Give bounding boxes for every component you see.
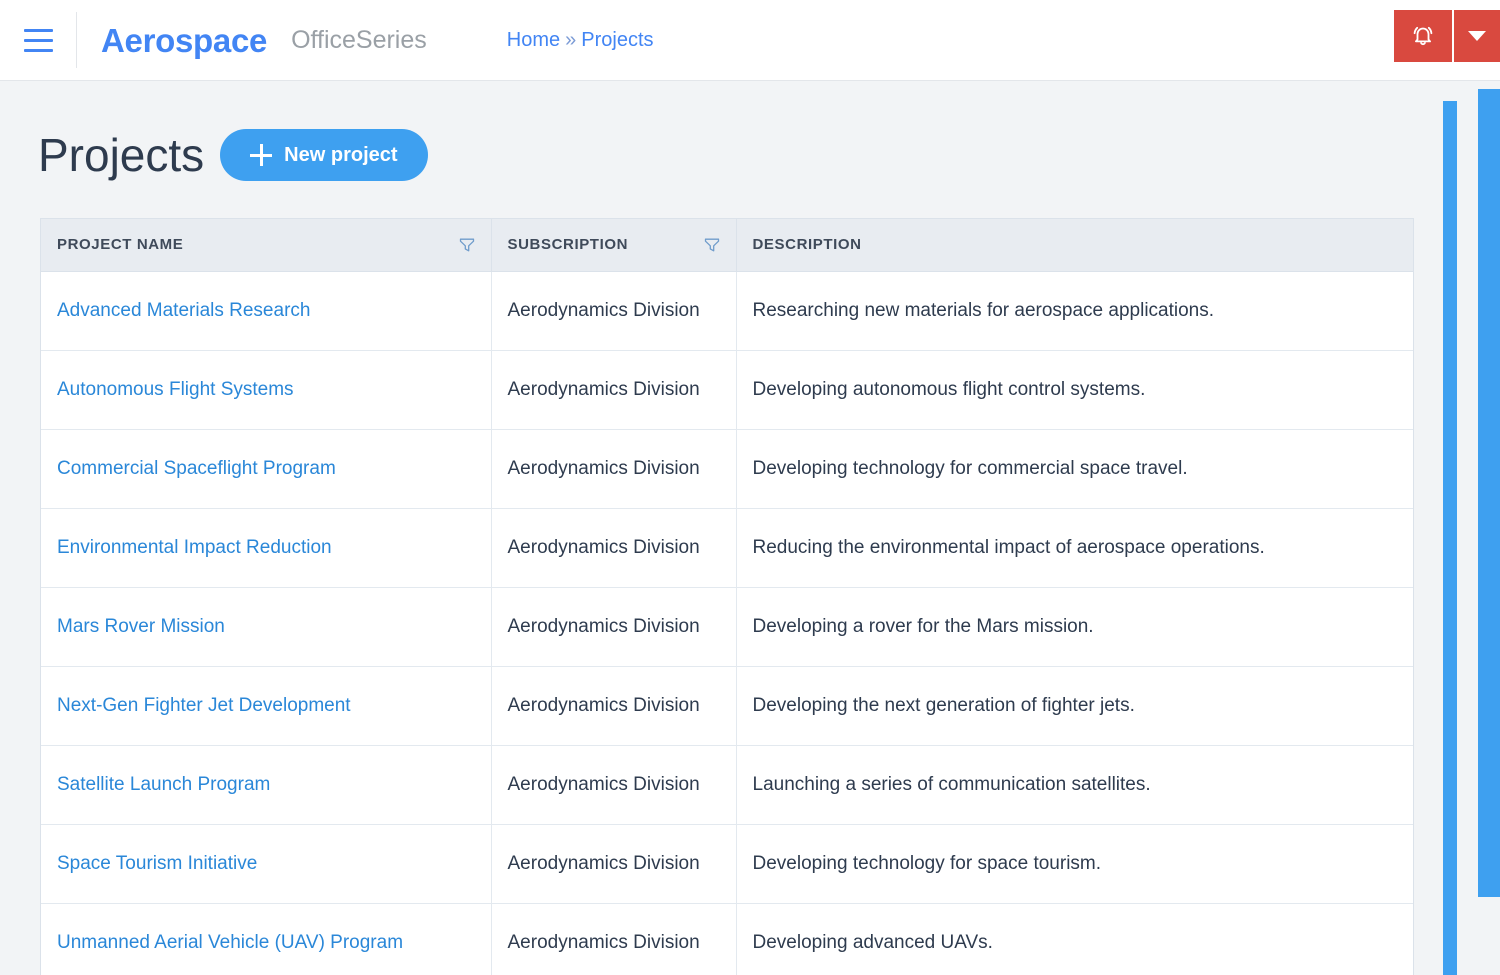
- inner-scrollbar-thumb[interactable]: [1443, 101, 1457, 975]
- cell-subscription: Aerodynamics Division: [491, 508, 737, 588]
- table-row[interactable]: Commercial Spaceflight Program Aerodynam…: [41, 429, 1413, 509]
- hamburger-menu-icon[interactable]: [0, 0, 76, 81]
- page-title: Projects: [38, 129, 205, 181]
- table-header: PROJECT NAME SUBSCRIPTION DESCRIPTION: [41, 219, 1413, 272]
- table-row[interactable]: Environmental Impact Reduction Aerodynam…: [41, 508, 1413, 588]
- chevron-down-icon: [1468, 31, 1486, 41]
- cell-description: Developing advanced UAVs.: [752, 931, 993, 953]
- filter-icon-project-name[interactable]: [459, 237, 475, 253]
- column-header-subscription[interactable]: SUBSCRIPTION: [491, 219, 737, 272]
- cell-description: Reducing the environmental impact of aer…: [736, 508, 1413, 588]
- cell-project-name: Autonomous Flight Systems: [41, 350, 492, 430]
- cell-description: Developing autonomous flight control sys…: [736, 350, 1413, 430]
- table-body: Advanced Materials Research Aerodynamics…: [41, 271, 1413, 975]
- project-link[interactable]: Autonomous Flight Systems: [57, 379, 294, 400]
- cell-description: Developing technology for commercial spa…: [736, 429, 1413, 509]
- table-row[interactable]: Next-Gen Fighter Jet Development Aerodyn…: [41, 666, 1413, 746]
- cell-description: Researching new materials for aerospace …: [736, 271, 1413, 351]
- filter-icon: [459, 238, 474, 252]
- column-header-description[interactable]: DESCRIPTION: [736, 219, 1413, 272]
- bell-icon: [1413, 26, 1433, 46]
- new-project-label: New project: [284, 143, 398, 166]
- cell-description: Developing a rover for the Mars mission.: [736, 587, 1413, 667]
- projects-table-container: PROJECT NAME SUBSCRIPTION DESCRIPTION Ad…: [40, 218, 1414, 975]
- column-header-label: DESCRIPTION: [752, 236, 862, 254]
- cell-description: Launching a series of communication sate…: [736, 745, 1413, 825]
- hamburger-bar: [23, 48, 53, 52]
- page-content: Projects New project PROJECT NAME SUBSCR…: [0, 81, 1500, 975]
- table-row[interactable]: Unmanned Aerial Vehicle (UAV) Program Ae…: [41, 903, 1413, 975]
- cell-subscription: Aerodynamics Division: [491, 745, 737, 825]
- project-link[interactable]: Environmental Impact Reduction: [57, 537, 332, 558]
- table-row[interactable]: Space Tourism Initiative Aerodynamics Di…: [41, 824, 1413, 904]
- cell-subscription: Aerodynamics Division: [491, 429, 737, 509]
- brand-logo[interactable]: Aerospace: [101, 24, 267, 57]
- project-link[interactable]: Unmanned Aerial Vehicle (UAV) Program: [57, 932, 403, 953]
- breadcrumb: Home » Projects: [507, 30, 654, 50]
- cell-project-name: Unmanned Aerial Vehicle (UAV) Program: [41, 903, 492, 975]
- plus-icon: [250, 144, 273, 166]
- page-scrollbar-thumb[interactable]: [1478, 89, 1500, 897]
- cell-subscription: Aerodynamics Division: [491, 350, 737, 430]
- project-link[interactable]: Space Tourism Initiative: [57, 853, 257, 874]
- navbar-divider: [76, 12, 77, 68]
- table-header-row: PROJECT NAME SUBSCRIPTION DESCRIPTION: [41, 219, 1413, 272]
- table-row[interactable]: Mars Rover Mission Aerodynamics Division…: [41, 587, 1413, 667]
- new-project-button[interactable]: New project: [220, 129, 428, 181]
- breadcrumb-item-home[interactable]: Home: [507, 30, 560, 50]
- hamburger-bar: [23, 28, 53, 32]
- project-link[interactable]: Commercial Spaceflight Program: [57, 458, 336, 479]
- filter-icon-subscription[interactable]: [704, 237, 720, 253]
- hamburger-bar: [23, 38, 53, 42]
- cell-project-name: Commercial Spaceflight Program: [41, 429, 492, 509]
- table-row[interactable]: Satellite Launch Program Aerodynamics Di…: [41, 745, 1413, 825]
- cell-project-name: Mars Rover Mission: [41, 587, 492, 667]
- brand-suffix: OfficeSeries: [291, 25, 427, 54]
- cell-subscription: Aerodynamics Division: [491, 271, 737, 351]
- top-navbar: Aerospace OfficeSeries Home » Projects: [0, 0, 1500, 81]
- project-link[interactable]: Advanced Materials Research: [57, 300, 310, 321]
- project-link[interactable]: Satellite Launch Program: [57, 774, 270, 795]
- table-row[interactable]: Advanced Materials Research Aerodynamics…: [41, 271, 1413, 351]
- project-link[interactable]: Next-Gen Fighter Jet Development: [57, 695, 351, 716]
- page-header: Projects New project: [0, 81, 1500, 181]
- projects-table: PROJECT NAME SUBSCRIPTION DESCRIPTION Ad…: [41, 219, 1413, 975]
- column-header-label: PROJECT NAME: [57, 236, 184, 254]
- cell-description: Developing technology for space tourism.: [736, 824, 1413, 904]
- cell-description: Developing the next generation of fighte…: [736, 666, 1413, 746]
- column-header-project-name[interactable]: PROJECT NAME: [41, 219, 492, 272]
- alert-bell-button[interactable]: [1394, 10, 1452, 62]
- table-row[interactable]: Autonomous Flight Systems Aerodynamics D…: [41, 350, 1413, 430]
- cell-project-name: Environmental Impact Reduction: [41, 508, 492, 588]
- cell-subscription: Aerodynamics Division: [491, 903, 737, 975]
- cell-subscription: Aerodynamics Division: [491, 587, 737, 667]
- cell-subscription: Aerodynamics Division: [491, 666, 737, 746]
- cell-project-name: Space Tourism Initiative: [41, 824, 492, 904]
- filter-icon: [704, 238, 719, 252]
- cell-project-name: Advanced Materials Research: [41, 271, 492, 351]
- alert-dropdown-button[interactable]: [1452, 10, 1500, 62]
- cell-project-name: Satellite Launch Program: [41, 745, 492, 825]
- cell-subscription: Aerodynamics Division: [491, 824, 737, 904]
- breadcrumb-separator-icon: »: [565, 29, 577, 51]
- breadcrumb-item-projects[interactable]: Projects: [581, 30, 653, 50]
- cell-project-name: Next-Gen Fighter Jet Development: [41, 666, 492, 746]
- project-link[interactable]: Mars Rover Mission: [57, 616, 225, 637]
- navbar-actions: [1394, 10, 1500, 62]
- column-header-label: SUBSCRIPTION: [507, 236, 629, 254]
